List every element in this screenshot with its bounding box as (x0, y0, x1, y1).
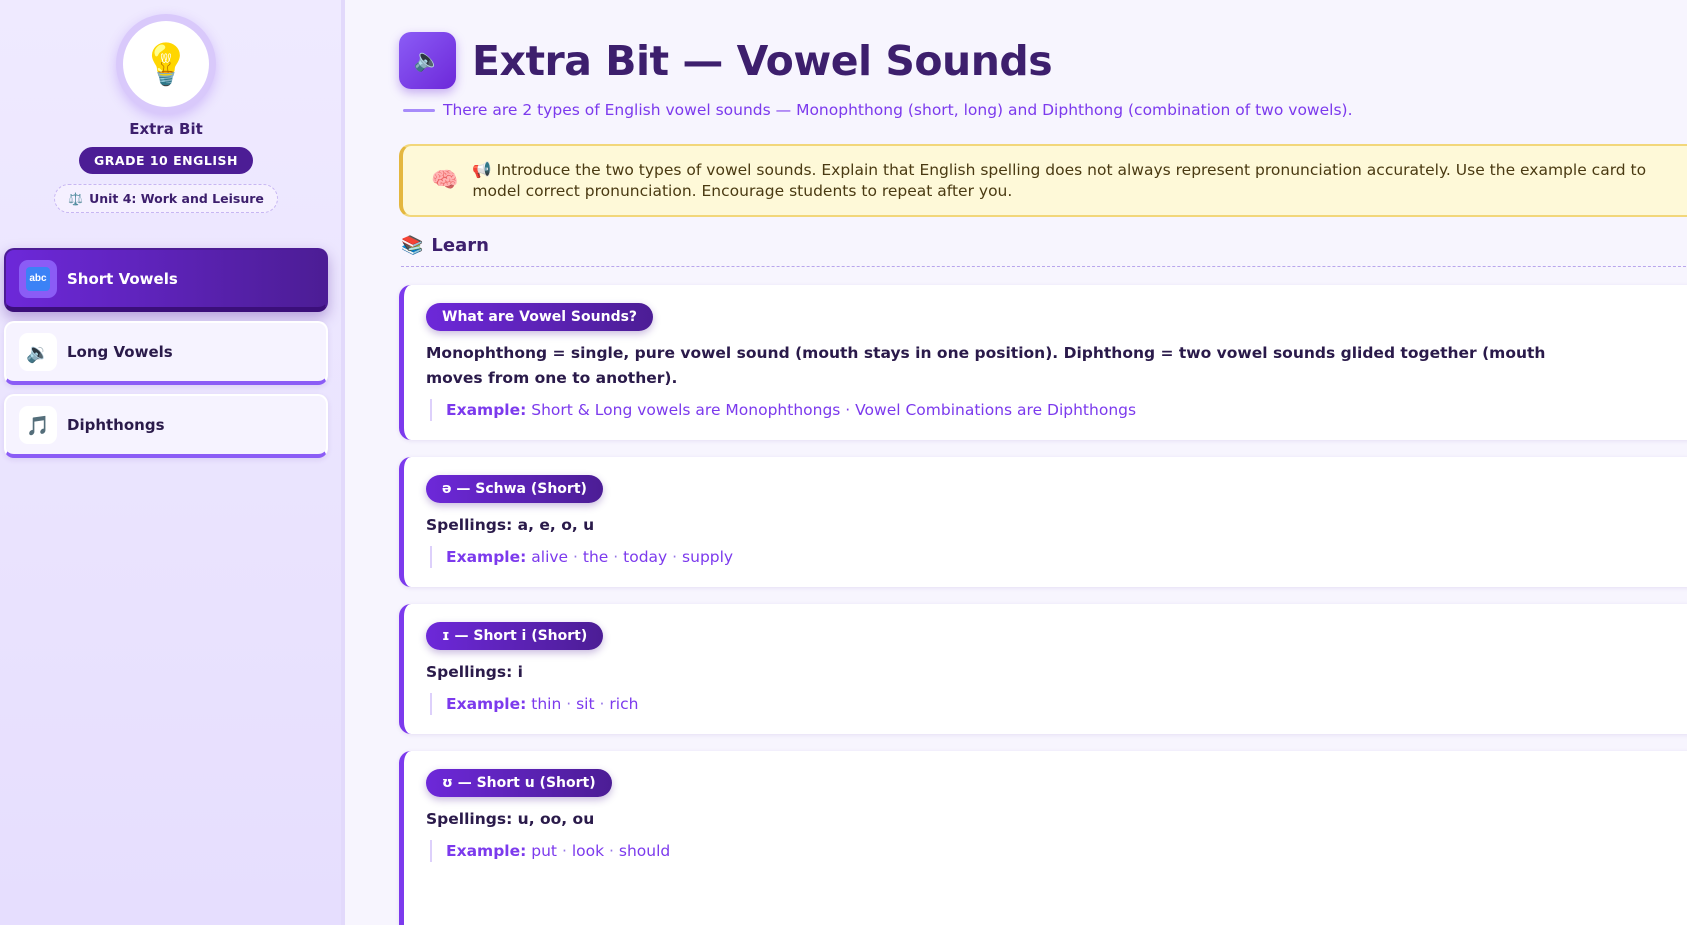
card-example: Example: alive · the · today · supply (430, 546, 1687, 568)
sidebar-item-label: Long Vowels (67, 343, 173, 361)
example-label: Example: (446, 842, 527, 860)
example-word: the (582, 548, 609, 566)
example-word: rich (609, 695, 639, 713)
card-body: Spellings: u, oo, ou (426, 810, 595, 828)
example-word: look (571, 842, 605, 860)
title-row: 🔈 Extra Bit — Vowel Sounds (399, 32, 1053, 89)
example-label: Example: (446, 401, 527, 419)
page-title: Extra Bit — Vowel Sounds (472, 36, 1053, 85)
brain-icon: 🧠 (431, 168, 459, 193)
subtitle-text: There are 2 types of English vowel sound… (443, 101, 1353, 119)
brand-name: Extra Bit (129, 120, 203, 138)
example-word: today (623, 548, 668, 566)
unit-label: Unit 4: Work and Leisure (89, 191, 264, 206)
sidebar: 💡 Extra Bit GRADE 10 ENGLISH ⚖️ Unit 4: … (0, 0, 345, 925)
speaker-icon: 🔉 (19, 333, 57, 371)
card-example: Example: Short & Long vowels are Monopht… (430, 399, 1687, 421)
example-word: supply (682, 548, 734, 566)
grade-badge: GRADE 10 ENGLISH (79, 147, 253, 174)
card-body: Spellings: a, e, o, u (426, 516, 595, 534)
speaker-icon: 🔈 (399, 32, 456, 89)
example-word: should (618, 842, 671, 860)
example-text: Short & Long vowels are Monophthongs · V… (531, 401, 1137, 419)
avatar: 💡 (116, 14, 216, 114)
learn-label: Learn (431, 235, 489, 256)
card-example: Example: put · look · should (430, 840, 1687, 862)
lesson-card: ɪ — Short i (Short) Spellings: i Example… (399, 604, 1687, 734)
lesson-card: ʊ — Short u (Short) Spellings: u, oo, ou… (399, 751, 1687, 925)
scales-icon: ⚖️ (68, 191, 84, 206)
books-icon: 📚 (401, 235, 424, 256)
brand-block: 💡 Extra Bit GRADE 10 ENGLISH ⚖️ Unit 4: … (0, 14, 332, 213)
lightbulb-icon: 💡 (123, 21, 209, 107)
sidebar-nav: abc Short Vowels 🔉 Long Vowels 🎵 Diphtho… (4, 248, 328, 467)
subtitle-divider (403, 108, 435, 112)
sidebar-item-short-vowels[interactable]: abc Short Vowels (4, 248, 328, 312)
example-word: thin (531, 695, 562, 713)
card-body: Spellings: i (426, 663, 523, 681)
sidebar-item-label: Short Vowels (67, 269, 178, 288)
tip-text: 📢 Introduce the two types of vowel sound… (472, 160, 1647, 200)
example-label: Example: (446, 695, 527, 713)
lesson-card: ə — Schwa (Short) Spellings: a, e, o, u … (399, 457, 1687, 587)
example-word: sit (576, 695, 595, 713)
sidebar-item-long-vowels[interactable]: 🔉 Long Vowels (4, 321, 328, 385)
teacher-tip: 🧠 📢 Introduce the two types of vowel sou… (399, 144, 1687, 217)
lesson-card: What are Vowel Sounds? Monophthong = sin… (399, 285, 1687, 440)
card-title: What are Vowel Sounds? (426, 303, 654, 331)
card-title: ə — Schwa (Short) (426, 475, 603, 503)
page-subtitle: There are 2 types of English vowel sound… (403, 101, 1353, 119)
example-label: Example: (446, 548, 527, 566)
unit-chip: ⚖️ Unit 4: Work and Leisure (54, 184, 278, 213)
card-example: Example: thin · sit · rich (430, 693, 1687, 715)
abc-icon: abc (19, 259, 57, 298)
sidebar-item-diphthongs[interactable]: 🎵 Diphthongs (4, 394, 328, 458)
sidebar-item-label: Diphthongs (67, 416, 165, 434)
main-content: 🔈 Extra Bit — Vowel Sounds There are 2 t… (399, 0, 1687, 925)
example-word: put (531, 842, 558, 860)
music-note-icon: 🎵 (19, 406, 57, 444)
card-title: ʊ — Short u (Short) (426, 769, 612, 797)
card-body: Monophthong = single, pure vowel sound (… (426, 344, 1546, 387)
example-word: alive (531, 548, 569, 566)
card-title: ɪ — Short i (Short) (426, 622, 604, 650)
learn-section-heading: 📚 Learn (401, 235, 1687, 267)
